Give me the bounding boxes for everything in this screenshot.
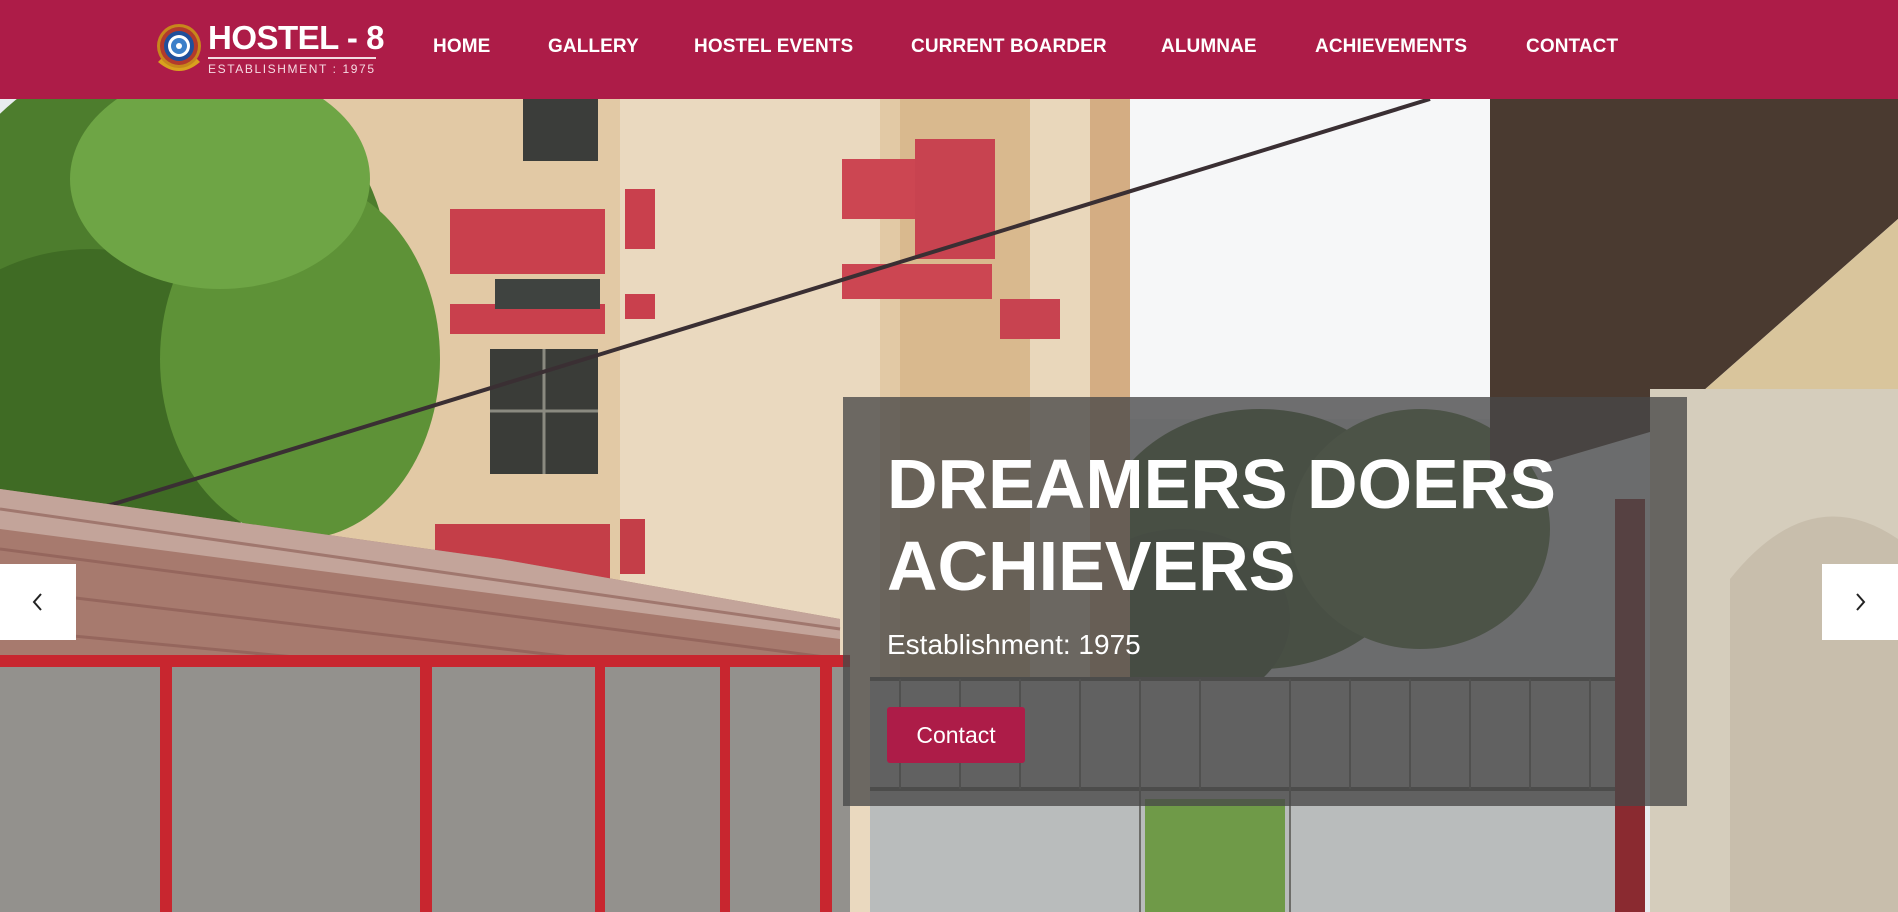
brand-title: HOSTEL - 8 (208, 19, 384, 56)
nav-gallery[interactable]: GALLERY (548, 36, 639, 58)
hero-caption: DREAMERS DOERS ACHIEVERS Establishment: … (843, 397, 1687, 806)
brand-subtitle: ESTABLISHMENT : 1975 (208, 62, 376, 76)
nav-hostel-events[interactable]: HOSTEL EVENTS (694, 36, 853, 58)
brand-divider (208, 57, 376, 59)
navbar: HOSTEL - 8 ESTABLISHMENT : 1975 HOME GAL… (0, 0, 1898, 99)
emblem-icon (157, 24, 201, 71)
hero-subtitle: Establishment: 1975 (887, 629, 1141, 660)
chevron-left-icon (32, 593, 42, 611)
nav-contact[interactable]: CONTACT (1526, 36, 1618, 58)
brand-logo[interactable]: HOSTEL - 8 ESTABLISHMENT : 1975 (154, 20, 384, 78)
hero-title: DREAMERS DOERS ACHIEVERS (887, 445, 1556, 605)
carousel-next-button[interactable] (1822, 564, 1898, 640)
nav-achievements[interactable]: ACHIEVEMENTS (1315, 36, 1467, 58)
chevron-right-icon (1856, 593, 1866, 611)
hero-contact-button[interactable]: Contact (887, 707, 1025, 763)
hero-carousel: DREAMERS DOERS ACHIEVERS Establishment: … (0, 99, 1898, 912)
carousel-prev-button[interactable] (0, 564, 76, 640)
nav-home[interactable]: HOME (433, 36, 490, 58)
nav-alumnae[interactable]: ALUMNAE (1161, 36, 1257, 58)
nav-current-boarder[interactable]: CURRENT BOARDER (911, 36, 1107, 58)
